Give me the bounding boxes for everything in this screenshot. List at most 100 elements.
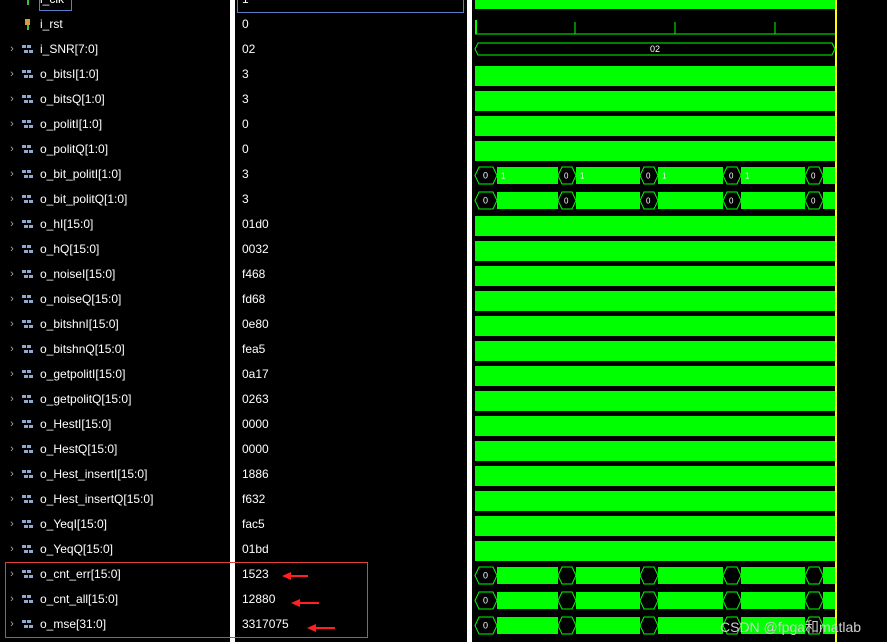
signal-value: 01bd: [242, 542, 269, 556]
wave-segment: [658, 567, 723, 584]
signal-row[interactable]: › o_YeqQ[15:0]: [0, 537, 230, 562]
signal-name: o_Hest_insertI[15:0]: [40, 467, 148, 481]
bus-signal-icon: [22, 519, 35, 530]
wave-segment: [658, 167, 723, 184]
signal-row[interactable]: › o_getpolitQ[15:0]: [0, 387, 230, 412]
bus-wave: [475, 416, 835, 436]
signal-row[interactable]: › o_hQ[15:0]: [0, 237, 230, 262]
chevron-right-icon[interactable]: ›: [7, 392, 17, 406]
signal-value: 0e80: [242, 317, 269, 331]
signal-row[interactable]: › o_HestQ[15:0]: [0, 437, 230, 462]
chevron-right-icon[interactable]: ›: [7, 417, 17, 431]
chevron-right-icon[interactable]: ›: [7, 367, 17, 381]
bus-wave: [475, 216, 835, 236]
wave-segment-label: 1: [501, 172, 506, 181]
chevron-right-icon[interactable]: ›: [7, 192, 17, 206]
chevron-right-icon[interactable]: ›: [7, 267, 17, 281]
value-row[interactable]: fea5: [235, 337, 467, 362]
chevron-right-icon[interactable]: ›: [7, 467, 17, 481]
bus-wave: [475, 266, 835, 286]
chevron-right-icon[interactable]: ›: [7, 217, 17, 231]
signal-value: 0: [242, 17, 249, 31]
signal-row[interactable]: i_rst: [0, 12, 230, 37]
bus-wave: [475, 116, 835, 136]
value-row[interactable]: 0000: [235, 437, 467, 462]
signal-name: o_YeqQ[15:0]: [40, 542, 113, 556]
signal-value: fac5: [242, 517, 265, 531]
signal-row[interactable]: › o_bitsQ[1:0]: [0, 87, 230, 112]
signal-row[interactable]: › o_Hest_insertI[15:0]: [0, 462, 230, 487]
signal-row[interactable]: › o_bit_politQ[1:0]: [0, 187, 230, 212]
watermark: CSDN @fpga和matlab: [720, 619, 862, 635]
signal-row[interactable]: › o_noiseI[15:0]: [0, 262, 230, 287]
value-row[interactable]: 3: [235, 162, 467, 187]
signal-name: o_hI[15:0]: [40, 217, 94, 231]
wave-segment: [497, 567, 558, 584]
value-row[interactable]: fd68: [235, 287, 467, 312]
signal-row[interactable]: › o_politI[1:0]: [0, 112, 230, 137]
chevron-right-icon[interactable]: ›: [7, 542, 17, 556]
bus-wave: [475, 316, 835, 336]
bus-signal-icon: [22, 494, 35, 505]
signal-row[interactable]: › o_bitsI[1:0]: [0, 62, 230, 87]
wave-segment-label: 0: [483, 596, 488, 606]
value-row[interactable]: 0a17: [235, 362, 467, 387]
value-row[interactable]: 3: [235, 187, 467, 212]
wave-transition: [557, 591, 577, 610]
value-row[interactable]: 0: [235, 112, 467, 137]
signal-row[interactable]: › o_YeqI[15:0]: [0, 512, 230, 537]
wave-segment: [741, 592, 805, 609]
value-row[interactable]: 0032: [235, 237, 467, 262]
value-row[interactable]: fac5: [235, 512, 467, 537]
value-row[interactable]: 0: [235, 12, 467, 37]
value-row[interactable]: f632: [235, 487, 467, 512]
value-row[interactable]: 3: [235, 62, 467, 87]
chevron-right-icon[interactable]: ›: [7, 342, 17, 356]
signal-row[interactable]: › o_politQ[1:0]: [0, 137, 230, 162]
chevron-right-icon[interactable]: ›: [7, 167, 17, 181]
bus-signal-icon: [22, 169, 35, 180]
bus-signal-icon: [22, 544, 35, 555]
signal-value: 0000: [242, 442, 269, 456]
value-row[interactable]: 0e80: [235, 312, 467, 337]
value-row[interactable]: 01bd: [235, 537, 467, 562]
value-row[interactable]: 0: [235, 137, 467, 162]
chevron-right-icon[interactable]: ›: [7, 42, 17, 56]
single-signal-icon: [22, 19, 35, 30]
wave-segment: [576, 592, 640, 609]
chevron-right-icon[interactable]: ›: [7, 92, 17, 106]
chevron-right-icon[interactable]: ›: [7, 317, 17, 331]
value-row[interactable]: 3: [235, 87, 467, 112]
signal-row[interactable]: › o_bit_politI[1:0]: [0, 162, 230, 187]
chevron-right-icon[interactable]: ›: [7, 67, 17, 81]
signal-row[interactable]: › o_noiseQ[15:0]: [0, 287, 230, 312]
wave-segment-label: 0: [564, 172, 569, 181]
chevron-right-icon[interactable]: ›: [7, 242, 17, 256]
signal-row[interactable]: › o_bitshnQ[15:0]: [0, 337, 230, 362]
chevron-right-icon[interactable]: ›: [7, 442, 17, 456]
signal-row[interactable]: › o_getpolitI[15:0]: [0, 362, 230, 387]
bus-signal-icon: [22, 144, 35, 155]
value-row[interactable]: 01d0: [235, 212, 467, 237]
signal-row[interactable]: › o_Hest_insertQ[15:0]: [0, 487, 230, 512]
waveform-canvas[interactable]: 02 0 1 0 1 0 1 0 1 0 0 0 0 0 0 0 0 0: [472, 0, 887, 642]
signal-row[interactable]: i_clk: [0, 0, 230, 12]
value-row[interactable]: 02: [235, 37, 467, 62]
chevron-right-icon[interactable]: ›: [7, 492, 17, 506]
chevron-right-icon[interactable]: ›: [7, 142, 17, 156]
value-row[interactable]: 0263: [235, 387, 467, 412]
signal-row[interactable]: › o_HestI[15:0]: [0, 412, 230, 437]
chevron-right-icon[interactable]: ›: [7, 517, 17, 531]
signal-value: 3: [242, 92, 249, 106]
signal-row[interactable]: › o_bitshnI[15:0]: [0, 312, 230, 337]
chevron-right-icon[interactable]: ›: [7, 292, 17, 306]
chevron-right-icon[interactable]: ›: [7, 117, 17, 131]
wave-transition: [804, 566, 824, 585]
signal-value: 3: [242, 67, 249, 81]
signal-row[interactable]: › o_hI[15:0]: [0, 212, 230, 237]
value-row[interactable]: 1886: [235, 462, 467, 487]
snr-bus-label: 02: [650, 44, 660, 54]
signal-row[interactable]: › i_SNR[7:0]: [0, 37, 230, 62]
value-row[interactable]: 0000: [235, 412, 467, 437]
value-row[interactable]: f468: [235, 262, 467, 287]
